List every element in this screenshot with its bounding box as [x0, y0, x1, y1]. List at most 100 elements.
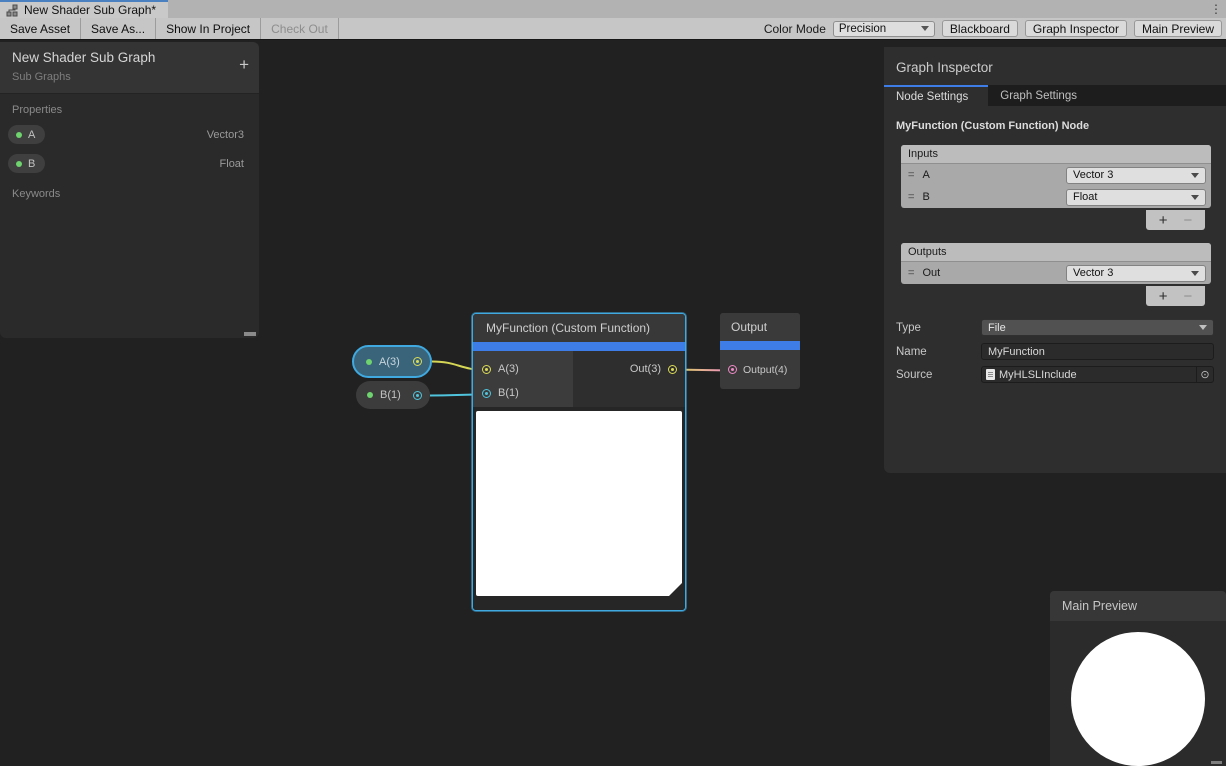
- port-icon-output[interactable]: [728, 365, 737, 374]
- inputs-list: Inputs = A Vector 3 = B Float: [901, 145, 1211, 208]
- exposed-dot-icon: [16, 132, 22, 138]
- type-dropdown[interactable]: File: [981, 319, 1214, 336]
- graph-inspector-panel[interactable]: Graph Inspector Node Settings Graph Sett…: [884, 47, 1226, 473]
- main-preview-toggle-button[interactable]: Main Preview: [1134, 20, 1222, 37]
- toolbar-left-group: Save Asset Save As... Show In Project Ch…: [0, 18, 339, 39]
- tab-shader-sub-graph[interactable]: New Shader Sub Graph*: [0, 0, 168, 18]
- node-title[interactable]: MyFunction (Custom Function): [473, 314, 685, 342]
- main-preview-panel[interactable]: Main Preview: [1050, 591, 1226, 766]
- property-pill-a[interactable]: A: [8, 125, 45, 144]
- outputs-list: Outputs = Out Vector 3: [901, 243, 1211, 284]
- tab-graph-settings[interactable]: Graph Settings: [988, 85, 1089, 106]
- output-type-dropdown[interactable]: Vector 3: [1066, 265, 1206, 282]
- main-preview-title[interactable]: Main Preview: [1050, 591, 1226, 621]
- input-type-dropdown[interactable]: Float: [1066, 189, 1206, 206]
- property-pill-b[interactable]: B: [8, 154, 45, 173]
- color-mode-value: Precision: [839, 23, 886, 35]
- blackboard-toggle-button[interactable]: Blackboard: [942, 20, 1018, 37]
- tab-node-settings[interactable]: Node Settings: [884, 85, 988, 106]
- drag-handle-icon[interactable]: =: [908, 191, 913, 203]
- save-as-button[interactable]: Save As...: [81, 18, 156, 39]
- inspector-title: Graph Inspector: [884, 47, 1226, 75]
- blackboard-title[interactable]: New Shader Sub Graph: [12, 50, 247, 65]
- toolbar-right-group: Color Mode Precision Blackboard Graph In…: [764, 18, 1226, 39]
- input-type-value: Vector 3: [1073, 169, 1113, 181]
- keywords-section-label[interactable]: Keywords: [0, 178, 259, 204]
- window-menu-icon[interactable]: ⋮: [1210, 1, 1222, 17]
- type-value: File: [988, 322, 1006, 334]
- node-preview-image: [476, 411, 682, 596]
- output-type-value: Vector 3: [1073, 267, 1113, 279]
- input-type-dropdown[interactable]: Vector 3: [1066, 167, 1206, 184]
- source-object-field[interactable]: MyHLSLInclude ⊙: [981, 366, 1214, 383]
- port-icon-input-b[interactable]: [482, 389, 491, 398]
- properties-section-label[interactable]: Properties: [0, 94, 259, 120]
- object-picker-icon[interactable]: ⊙: [1196, 367, 1213, 382]
- port-icon-input-a[interactable]: [482, 365, 491, 374]
- blackboard-header: New Shader Sub Graph Sub Graphs +: [0, 42, 259, 94]
- add-input-button[interactable]: +: [1159, 212, 1168, 229]
- property-type: Float: [220, 158, 244, 170]
- add-output-button[interactable]: +: [1159, 288, 1168, 305]
- window-tab-strip: New Shader Sub Graph* ⋮: [0, 0, 1226, 18]
- graph-canvas[interactable]: A(3) B(1) MyFunction (Custom Function) A…: [0, 41, 1226, 766]
- blackboard-property-row[interactable]: B Float: [0, 149, 259, 178]
- type-label: Type: [896, 322, 981, 334]
- inputs-row-b[interactable]: = B Float: [901, 186, 1211, 208]
- remove-output-button[interactable]: −: [1184, 288, 1193, 305]
- outputs-row-out[interactable]: = Out Vector 3: [901, 262, 1211, 284]
- add-property-button[interactable]: +: [239, 56, 249, 73]
- node-output[interactable]: Output Output(4): [720, 313, 800, 389]
- property-node-a[interactable]: A(3): [352, 345, 432, 378]
- graph-inspector-toggle-button[interactable]: Graph Inspector: [1025, 20, 1127, 37]
- blackboard-resize-handle[interactable]: [244, 332, 256, 336]
- input-slot-a: A(3): [473, 357, 573, 381]
- file-icon: [986, 369, 995, 380]
- chevron-down-icon: [1199, 325, 1207, 330]
- inspector-tab-bar: Node Settings Graph Settings: [884, 85, 1226, 106]
- color-mode-label: Color Mode: [764, 22, 826, 36]
- blackboard-panel[interactable]: New Shader Sub Graph Sub Graphs + Proper…: [0, 42, 259, 338]
- precision-color-bar: [720, 341, 800, 350]
- check-out-button: Check Out: [261, 18, 339, 39]
- color-mode-dropdown[interactable]: Precision: [833, 21, 935, 37]
- save-asset-button[interactable]: Save Asset: [0, 18, 81, 39]
- port-icon-b-out[interactable]: [413, 391, 422, 400]
- inputs-list-footer: + −: [1146, 210, 1205, 230]
- name-label: Name: [896, 346, 981, 358]
- outputs-list-footer: + −: [1146, 286, 1205, 306]
- property-node-label: A(3): [379, 356, 400, 368]
- property-node-b[interactable]: B(1): [356, 381, 430, 409]
- output-slot-out: Out(3): [573, 357, 685, 381]
- chevron-down-icon: [1191, 173, 1199, 178]
- node-output-slots: Out(3): [573, 351, 685, 407]
- chevron-down-icon: [1191, 271, 1199, 276]
- blackboard-property-row[interactable]: A Vector3: [0, 120, 259, 149]
- outputs-list-header: Outputs: [901, 243, 1211, 262]
- main-preview-resize-handle[interactable]: [1211, 761, 1222, 764]
- name-input[interactable]: MyFunction: [981, 343, 1214, 360]
- node-port-area: A(3) B(1) Out(3): [473, 351, 685, 407]
- preview-sphere: [1071, 632, 1205, 766]
- sub-graph-icon: [6, 4, 19, 17]
- node-title[interactable]: Output: [720, 313, 800, 341]
- graph-toolbar: Save Asset Save As... Show In Project Ch…: [0, 18, 1226, 40]
- property-name: A: [28, 129, 35, 141]
- port-icon-a-out[interactable]: [413, 357, 422, 366]
- port-icon-out[interactable]: [668, 365, 677, 374]
- source-field-row: Source MyHLSLInclude ⊙: [896, 366, 1214, 383]
- remove-input-button[interactable]: −: [1184, 212, 1193, 229]
- drag-handle-icon[interactable]: =: [908, 169, 913, 181]
- property-name: B: [28, 158, 35, 170]
- node-myfunction[interactable]: MyFunction (Custom Function) A(3) B(1) O…: [472, 313, 686, 611]
- show-in-project-button[interactable]: Show In Project: [156, 18, 261, 39]
- node-preview-area: [473, 407, 685, 610]
- type-field-row: Type File: [896, 319, 1214, 336]
- drag-handle-icon[interactable]: =: [908, 267, 913, 279]
- source-value: MyHLSLInclude: [999, 369, 1077, 381]
- name-field-row: Name MyFunction: [896, 343, 1214, 360]
- preview-collapse-handle[interactable]: [669, 583, 682, 596]
- selected-node-heading: MyFunction (Custom Function) Node: [884, 106, 1226, 132]
- inputs-row-a[interactable]: = A Vector 3: [901, 164, 1211, 186]
- tab-title: New Shader Sub Graph*: [24, 3, 156, 17]
